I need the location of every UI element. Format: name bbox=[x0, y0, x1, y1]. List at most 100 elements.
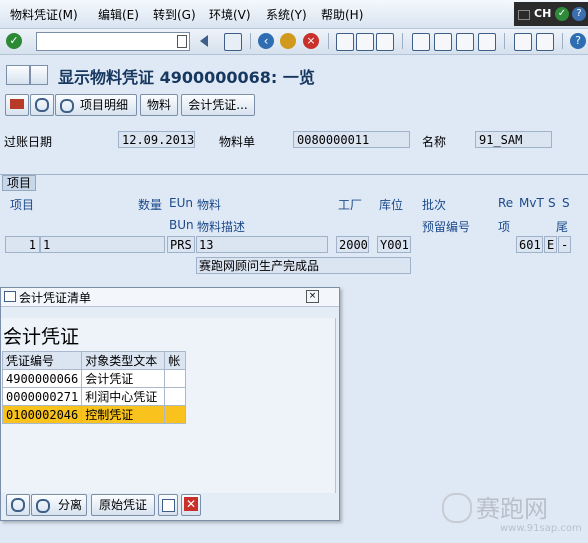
help-toolbar-icon[interactable]: ? bbox=[570, 33, 586, 49]
watermark: 赛跑网 www.91sap.com bbox=[440, 487, 588, 543]
object-type-cell[interactable]: 控制凭证 bbox=[81, 405, 166, 424]
item-detail-button[interactable]: 项目明细 bbox=[55, 94, 137, 116]
first-page-icon[interactable] bbox=[412, 33, 430, 51]
col-desc-header: 物料描述 bbox=[197, 220, 246, 234]
menu-bar: 物料凭证(M) 编辑(E) 转到(G) 环境(V) 系统(Y) 帮助(H) CH… bbox=[0, 0, 588, 29]
menu-edit[interactable]: 编辑(E) bbox=[98, 6, 139, 23]
object-type-cell[interactable]: 会计凭证 bbox=[81, 369, 166, 388]
command-history-icon[interactable] bbox=[177, 35, 187, 48]
expand-command-icon[interactable] bbox=[200, 35, 208, 47]
magnifier-icon bbox=[35, 98, 49, 112]
original-document-button[interactable]: 原始凭证 bbox=[91, 494, 155, 516]
cancel-button[interactable]: ✕ bbox=[181, 494, 201, 516]
account-cell[interactable] bbox=[164, 405, 187, 424]
col-object-type-header[interactable]: 对象类型文本 bbox=[81, 351, 166, 370]
cancel-icon: ✕ bbox=[184, 497, 198, 511]
document-number-cell[interactable]: 0100002046 bbox=[1, 405, 83, 424]
page-title: 显示物料凭证 4900000068: 一览 bbox=[58, 68, 315, 87]
enter-icon[interactable]: ✓ bbox=[6, 33, 22, 49]
storage-location-cell[interactable]: Y001 bbox=[377, 236, 411, 253]
stack-icon bbox=[10, 99, 24, 109]
find-next-icon[interactable] bbox=[376, 33, 394, 51]
final-delivery-cell[interactable]: - bbox=[558, 236, 571, 253]
new-session-icon[interactable] bbox=[514, 33, 532, 51]
dialog-title: 会计凭证清单 bbox=[19, 291, 92, 305]
exit-icon[interactable] bbox=[280, 33, 296, 49]
object-type-cell[interactable]: 利润中心凭证 bbox=[81, 387, 166, 406]
next-page-icon[interactable] bbox=[456, 33, 474, 51]
item-number-cell[interactable]: 1 bbox=[5, 236, 40, 253]
account-cell[interactable] bbox=[164, 369, 187, 388]
name-field[interactable]: 91_SAM bbox=[475, 131, 552, 148]
menu-goto[interactable]: 转到(G) bbox=[153, 6, 196, 23]
back-icon[interactable]: ‹ bbox=[258, 33, 274, 49]
menu-help[interactable]: 帮助(H) bbox=[321, 6, 363, 23]
help-icon[interactable]: ? bbox=[572, 7, 586, 21]
posting-date-field[interactable]: 12.09.2013 bbox=[118, 131, 195, 148]
application-toolbar: 项目明细 物料 会计凭证... bbox=[0, 92, 588, 116]
dialog-choose-button[interactable] bbox=[6, 494, 30, 516]
print-icon[interactable] bbox=[336, 33, 354, 51]
dialog-close-button[interactable]: × bbox=[306, 290, 319, 303]
col-account-header[interactable]: 帐 bbox=[164, 351, 187, 370]
split-button-label: 分离 bbox=[58, 498, 83, 512]
col-qty-header: 数量 bbox=[138, 198, 163, 212]
title-bar: 显示物料凭证 4900000068: 一览 bbox=[0, 56, 588, 90]
quantity-cell[interactable]: 1 bbox=[40, 236, 165, 253]
display-change-icon[interactable] bbox=[6, 65, 30, 85]
document-icon[interactable] bbox=[30, 65, 48, 85]
table-row[interactable]: 4900000066 会计凭证 bbox=[1, 369, 187, 388]
table-header-row: 凭证编号 对象类型文本 帐 bbox=[1, 351, 187, 370]
col-batch-header: 批次 bbox=[422, 198, 447, 212]
menu-material-document[interactable]: 物料凭证(M) bbox=[10, 6, 78, 23]
runner-logo-icon bbox=[442, 493, 472, 523]
find-icon[interactable] bbox=[356, 33, 374, 51]
accounting-documents-dialog: 会计凭证清单 × 会计凭证 凭证编号 对象类型文本 帐 4900000066 会… bbox=[0, 287, 340, 521]
system-status-area: CH ✓ ? bbox=[514, 2, 588, 26]
cancel-icon[interactable]: × bbox=[303, 33, 319, 49]
print-icon bbox=[162, 499, 175, 512]
document-number-cell[interactable]: 4900000066 bbox=[1, 369, 83, 388]
posting-date-label: 过账日期 bbox=[4, 135, 53, 149]
name-label: 名称 bbox=[422, 135, 447, 149]
special-stock-cell[interactable]: E bbox=[544, 236, 557, 253]
material-slip-field[interactable]: 0080000011 bbox=[293, 131, 410, 148]
section-divider bbox=[0, 174, 588, 175]
col-plant-header: 工厂 bbox=[338, 198, 363, 212]
standard-toolbar: ✓ ‹ × ? bbox=[0, 29, 588, 55]
save-icon[interactable] bbox=[224, 33, 242, 51]
movement-type-cell[interactable]: 601 bbox=[516, 236, 543, 253]
col-tail-header: 尾 bbox=[556, 220, 569, 234]
col-item2-header: 项 bbox=[498, 220, 511, 234]
create-shortcut-icon[interactable] bbox=[536, 33, 554, 51]
material-detail-icon-button[interactable] bbox=[5, 94, 29, 116]
plant-cell[interactable]: 2000 bbox=[336, 236, 369, 253]
find-icon-button[interactable] bbox=[30, 94, 54, 116]
watermark-url: www.91sap.com bbox=[500, 523, 582, 534]
table-row[interactable]: 0000000271 利润中心凭证 bbox=[1, 387, 187, 406]
split-button[interactable]: 分离 bbox=[31, 494, 87, 516]
accounting-documents-button[interactable]: 会计凭证... bbox=[181, 94, 255, 116]
menu-system[interactable]: 系统(Y) bbox=[266, 6, 307, 23]
document-number-cell[interactable]: 0000000271 bbox=[1, 387, 83, 406]
grip-icon bbox=[518, 10, 530, 20]
items-section-tab: 项目 bbox=[2, 175, 37, 191]
material-description-cell[interactable]: 赛跑网顾问生产完成品 bbox=[196, 257, 411, 274]
dialog-heading: 会计凭证 bbox=[3, 326, 80, 348]
table-row-selected[interactable]: 0100002046 控制凭证 bbox=[1, 405, 187, 424]
last-page-icon[interactable] bbox=[478, 33, 496, 51]
col-s2-header: S bbox=[562, 196, 570, 210]
magnifier-icon bbox=[11, 498, 25, 512]
print-button[interactable] bbox=[158, 494, 178, 516]
customize-layout-icon[interactable]: ✓ bbox=[555, 7, 569, 21]
col-re-header: Re bbox=[498, 196, 514, 210]
col-document-number-header[interactable]: 凭证编号 bbox=[1, 351, 83, 370]
material-button[interactable]: 物料 bbox=[140, 94, 178, 116]
menu-environment[interactable]: 环境(V) bbox=[209, 6, 251, 23]
material-slip-label: 物料单 bbox=[219, 135, 256, 149]
unit-cell[interactable]: PRS bbox=[167, 236, 195, 253]
command-field[interactable] bbox=[36, 32, 190, 51]
material-cell[interactable]: 13 bbox=[196, 236, 328, 253]
account-cell[interactable] bbox=[164, 387, 187, 406]
previous-page-icon[interactable] bbox=[434, 33, 452, 51]
